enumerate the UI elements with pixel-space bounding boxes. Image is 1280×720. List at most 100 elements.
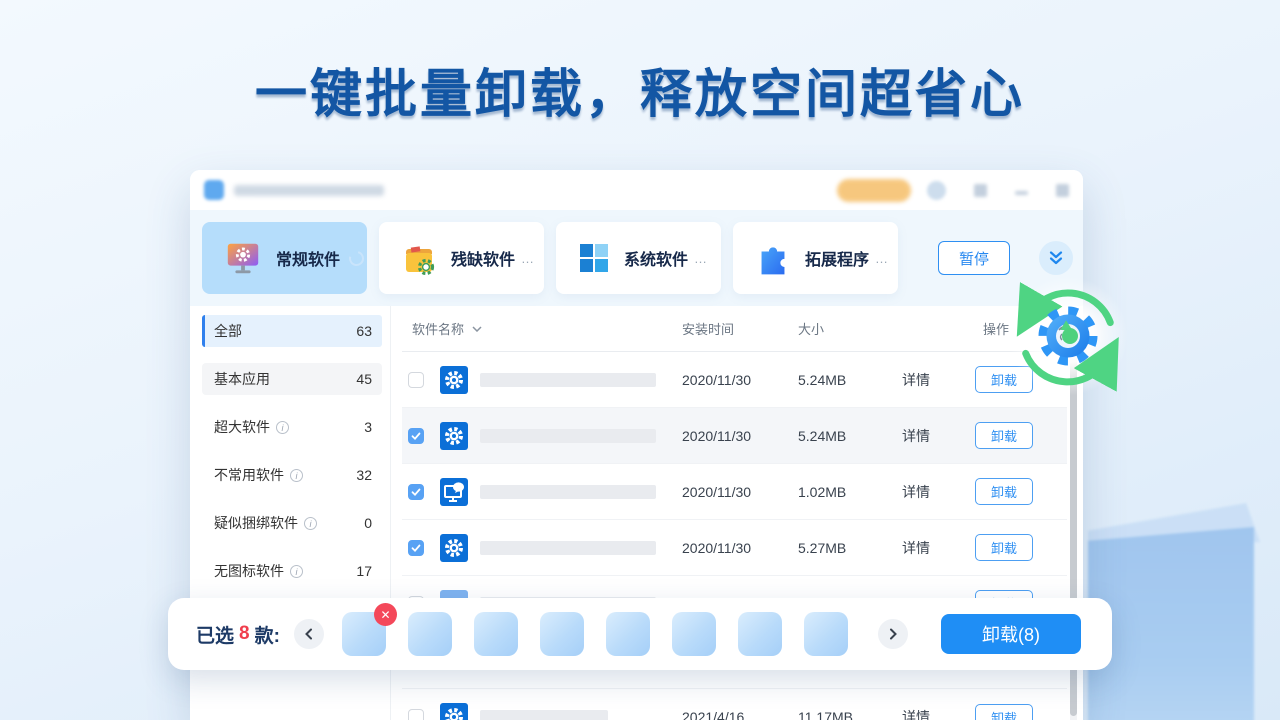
sidebar-item-large-software[interactable]: 超大软件 3 bbox=[202, 411, 382, 443]
gear-app-icon bbox=[440, 422, 468, 450]
selected-app-thumbnail[interactable] bbox=[672, 612, 716, 656]
table-row: 2020/11/30 5.24MB 详情 卸载 bbox=[402, 408, 1067, 464]
details-link[interactable]: 详情 bbox=[902, 370, 930, 390]
pause-button[interactable]: 暂停 bbox=[938, 241, 1010, 275]
row-checkbox[interactable] bbox=[408, 540, 424, 556]
header-name[interactable]: 软件名称 bbox=[412, 319, 464, 338]
selected-count: 8 bbox=[234, 623, 255, 645]
hero-title: 一键批量卸载，释放空间超省心 bbox=[0, 52, 1280, 127]
table-row: 2021/4/16 11.17MB 详情 卸载 bbox=[402, 689, 1067, 720]
sidebar-item-all[interactable]: 全部 63 bbox=[202, 315, 382, 347]
info-icon[interactable] bbox=[304, 517, 317, 530]
sidebar-item-count: 17 bbox=[356, 563, 372, 579]
install-date: 2020/11/30 bbox=[682, 428, 751, 444]
details-link[interactable]: 详情 bbox=[902, 482, 930, 502]
sidebar-item-no-icon[interactable]: 无图标软件 17 bbox=[202, 555, 382, 587]
tab-regular-software[interactable]: 常规软件 bbox=[202, 222, 367, 294]
monitor-gear-icon bbox=[224, 239, 262, 277]
details-link[interactable]: 详情 bbox=[902, 707, 930, 720]
vip-pill-button[interactable] bbox=[837, 179, 911, 202]
chevron-right-icon bbox=[887, 628, 899, 640]
chevron-double-down-icon bbox=[1047, 249, 1065, 267]
info-icon[interactable] bbox=[276, 421, 289, 434]
table-bottom-section: 2021/4/16 11.17MB 详情 卸载 bbox=[402, 688, 1067, 720]
details-link[interactable]: 详情 bbox=[902, 426, 930, 446]
software-table: 软件名称 安装时间 大小 操作 2020/11/30 5.24MB 详情 bbox=[402, 306, 1067, 632]
row-checkbox[interactable] bbox=[408, 372, 424, 388]
app-logo-icon bbox=[204, 180, 224, 200]
uninstall-button[interactable]: 卸载 bbox=[975, 422, 1033, 449]
thumbs-next-button[interactable] bbox=[878, 619, 908, 649]
info-icon[interactable] bbox=[290, 469, 303, 482]
sidebar-item-label: 无图标软件 bbox=[214, 561, 284, 581]
sort-chevron-icon[interactable] bbox=[472, 326, 482, 332]
sidebar-item-count: 3 bbox=[364, 419, 372, 435]
settings-icon[interactable] bbox=[974, 184, 987, 197]
background-cube-decoration bbox=[1088, 503, 1260, 720]
gear-sync-graphic bbox=[1006, 274, 1130, 398]
expand-button[interactable] bbox=[1039, 241, 1073, 275]
package-gear-icon bbox=[401, 240, 437, 276]
tab-ellipsis: … bbox=[694, 251, 708, 266]
gear-refresh-icon bbox=[1006, 274, 1130, 398]
table-row: 2020/11/30 1.02MB 详情 卸载 bbox=[402, 464, 1067, 520]
remove-selection-badge[interactable]: ✕ bbox=[374, 603, 397, 626]
uninstall-button[interactable]: 卸载 bbox=[975, 704, 1033, 720]
batch-uninstall-bar: 已选 8 款: ✕ 卸载(8) bbox=[168, 598, 1112, 670]
sidebar-item-count: 32 bbox=[356, 467, 372, 483]
selected-app-thumbnail[interactable] bbox=[804, 612, 848, 656]
uninstall-button[interactable]: 卸载 bbox=[975, 478, 1033, 505]
selected-prefix: 已选 bbox=[196, 621, 234, 648]
tab-system-software[interactable]: 系统软件 … bbox=[556, 222, 721, 294]
selected-app-thumbnail[interactable]: ✕ bbox=[342, 612, 386, 656]
puzzle-icon bbox=[755, 240, 791, 276]
sidebar: 全部 63 基本应用 45 超大软件 3 不常用软件 32 疑似捆绑软件 0 bbox=[202, 315, 382, 603]
sidebar-item-count: 45 bbox=[356, 371, 372, 387]
selected-app-thumbnail[interactable] bbox=[474, 612, 518, 656]
uninstall-button[interactable]: 卸载 bbox=[975, 534, 1033, 561]
selected-app-thumbnail[interactable] bbox=[738, 612, 782, 656]
details-link[interactable]: 详情 bbox=[902, 538, 930, 558]
row-checkbox[interactable] bbox=[408, 709, 424, 720]
table-row: 2020/11/30 5.24MB 详情 卸载 bbox=[402, 352, 1067, 408]
sidebar-item-basic-apps[interactable]: 基本应用 45 bbox=[202, 363, 382, 395]
redacted-name-bar bbox=[480, 541, 656, 555]
tab-broken-software[interactable]: 残缺软件 … bbox=[379, 222, 544, 294]
install-date: 2020/11/30 bbox=[682, 484, 751, 500]
check-icon bbox=[410, 430, 422, 442]
thumbs-prev-button[interactable] bbox=[294, 619, 324, 649]
sidebar-item-label: 基本应用 bbox=[214, 369, 270, 389]
tab-label: 系统软件 bbox=[624, 246, 688, 270]
sidebar-item-label: 不常用软件 bbox=[214, 465, 284, 485]
selected-app-thumbnail[interactable] bbox=[540, 612, 584, 656]
sidebar-item-label: 超大软件 bbox=[214, 417, 270, 437]
table-row: 2020/11/30 5.27MB 详情 卸载 bbox=[402, 520, 1067, 576]
monitor-chat-app-icon bbox=[440, 478, 468, 506]
selected-app-thumbnail[interactable] bbox=[606, 612, 650, 656]
avatar[interactable] bbox=[927, 181, 946, 200]
gear-app-icon bbox=[440, 703, 468, 720]
install-date: 2021/4/16 bbox=[682, 709, 744, 720]
sidebar-item-rarely-used[interactable]: 不常用软件 32 bbox=[202, 459, 382, 491]
close-icon[interactable] bbox=[1056, 184, 1069, 197]
info-icon[interactable] bbox=[290, 565, 303, 578]
redacted-name-bar bbox=[480, 373, 656, 387]
selected-count-text: 已选 8 款: bbox=[196, 598, 280, 670]
windows-squares-icon bbox=[578, 242, 610, 274]
row-checkbox[interactable] bbox=[408, 428, 424, 444]
page: 一键批量卸载，释放空间超省心 bbox=[0, 0, 1280, 720]
chevron-left-icon bbox=[303, 628, 315, 640]
row-checkbox[interactable] bbox=[408, 484, 424, 500]
tab-extensions[interactable]: 拓展程序 … bbox=[733, 222, 898, 294]
sidebar-item-label: 疑似捆绑软件 bbox=[214, 513, 298, 533]
sidebar-item-count: 63 bbox=[356, 323, 372, 339]
redacted-name-bar bbox=[480, 429, 656, 443]
install-date: 2020/11/30 bbox=[682, 540, 751, 556]
gear-app-icon bbox=[440, 366, 468, 394]
sidebar-item-suspected-bundled[interactable]: 疑似捆绑软件 0 bbox=[202, 507, 382, 539]
minimize-icon[interactable] bbox=[1015, 191, 1028, 195]
app-title-blurred bbox=[234, 185, 384, 196]
selected-app-thumbnail[interactable] bbox=[408, 612, 452, 656]
batch-uninstall-button[interactable]: 卸载(8) bbox=[941, 614, 1081, 654]
redacted-name-bar bbox=[480, 710, 608, 720]
